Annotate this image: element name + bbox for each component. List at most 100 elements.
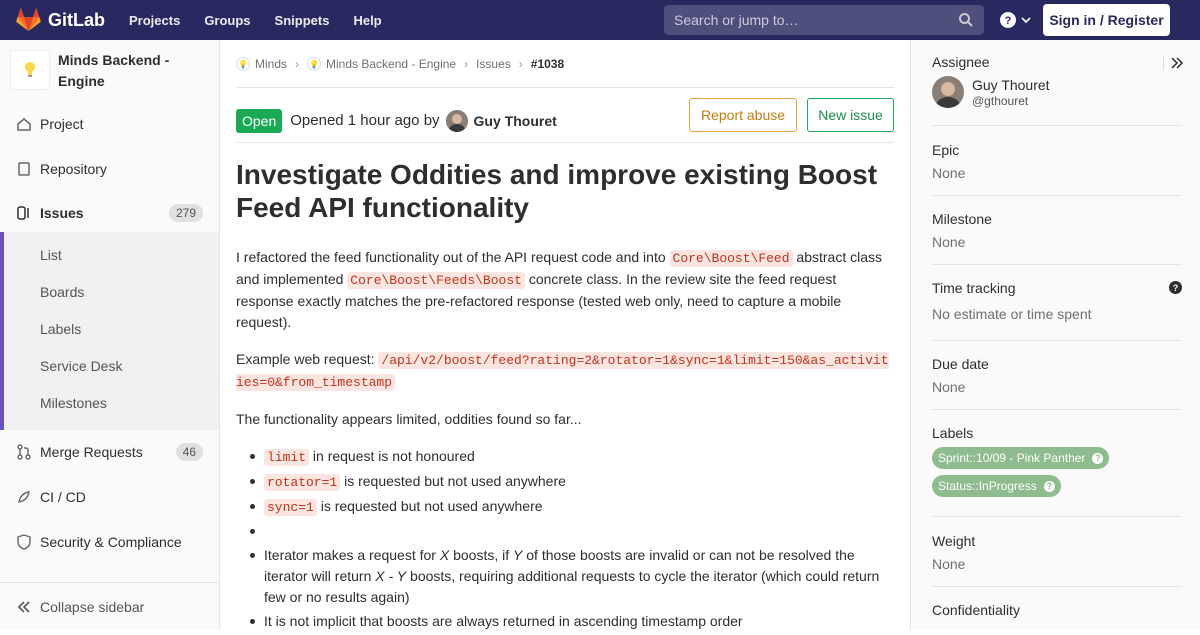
search-input[interactable]: [674, 12, 954, 28]
lightbulb-icon: 💡: [236, 57, 250, 71]
breadcrumb-group[interactable]: 💡 Minds: [236, 57, 287, 71]
author-name[interactable]: Guy Thouret: [474, 113, 557, 129]
sidebar-item-label: Repository: [40, 161, 107, 177]
top-navbar: GitLab Projects Groups Snippets Help ? S…: [0, 0, 1200, 40]
label-text: Sprint::10/09 - Pink Panther: [938, 451, 1086, 465]
book-icon: [16, 161, 32, 177]
list-item: sync=1 is requested but not used anywher…: [236, 496, 894, 518]
issue-main: 💡 Minds › 💡 Minds Backend - Engine › Issue…: [236, 40, 894, 630]
epic-value: None: [932, 165, 966, 181]
due-date-value: None: [932, 379, 966, 395]
time-tracking-value: No estimate or time spent: [932, 306, 1092, 322]
text: is requested but not used anywhere: [340, 473, 566, 489]
text: X - Y: [375, 568, 407, 584]
breadcrumb-project[interactable]: 💡 Minds Backend - Engine: [307, 57, 456, 71]
breadcrumb-issues[interactable]: Issues: [476, 57, 511, 71]
sidebar-subitem-list[interactable]: List: [40, 247, 62, 263]
merge-request-icon: [16, 444, 32, 460]
question-circle-icon: ?: [1092, 452, 1104, 464]
sidebar-item-cicd[interactable]: CI / CD: [0, 476, 219, 518]
confidentiality-block: Confidentiality: [932, 602, 1182, 630]
project-name: Minds Backend - Engine: [58, 52, 170, 89]
code-inline: rotator=1: [264, 474, 341, 491]
assignee-user[interactable]: Guy Thouret @gthouret: [932, 76, 1182, 108]
chevron-right-icon: ›: [464, 57, 469, 71]
breadcrumb: 💡 Minds › 💡 Minds Backend - Engine › Issue…: [236, 56, 564, 72]
sidebar-item-issues[interactable]: Issues 279: [0, 192, 219, 234]
home-icon: [16, 116, 32, 132]
divider: [236, 142, 894, 143]
breadcrumb-current[interactable]: #1038: [531, 57, 564, 71]
labels-title: Labels: [932, 425, 974, 441]
sidebar-item-merge-requests[interactable]: Merge Requests 46: [0, 431, 219, 473]
milestone-title: Milestone: [932, 211, 992, 227]
assignee-title: Assignee: [932, 54, 990, 70]
label-pill[interactable]: Status::InProgress?: [932, 475, 1061, 497]
text: in request is not honoured: [309, 448, 475, 464]
sidebar-subitem-milestones[interactable]: Milestones: [40, 395, 107, 411]
confidentiality-title: Confidentiality: [932, 602, 1020, 618]
list-item: rotator=1 is requested but not used anyw…: [236, 471, 894, 493]
chevron-right-icon: ›: [295, 57, 300, 71]
sidebar-item-label: Issues: [40, 205, 84, 221]
svg-text:?: ?: [1173, 283, 1179, 293]
nav-groups[interactable]: Groups: [204, 13, 250, 28]
sidebar-item-label: Security & Compliance: [40, 534, 182, 550]
nav-help[interactable]: Help: [353, 13, 381, 28]
text: boosts, if: [449, 547, 514, 563]
sidebar-item-project[interactable]: Project: [0, 103, 219, 145]
labels-list: Sprint::10/09 - Pink Panther? Status::In…: [932, 447, 1182, 503]
breadcrumb-group-label: Minds: [255, 57, 288, 71]
sidebar-subitem-service-desk[interactable]: Service Desk: [40, 358, 122, 374]
list-item: It is not implicit that boosts are alway…: [236, 611, 894, 632]
issues-subnav: [0, 232, 219, 430]
milestone-block: Milestone None: [932, 211, 1182, 265]
sidebar-item-security[interactable]: Security & Compliance: [0, 521, 219, 563]
weight-value: None: [932, 556, 966, 572]
project-avatar: [10, 50, 50, 90]
sidebar-item-repository[interactable]: Repository: [0, 148, 219, 190]
oddities-list: limit in request is not honoured rotator…: [236, 446, 894, 632]
sign-in-button[interactable]: Sign in / Register: [1043, 4, 1170, 36]
question-circle-icon: ?: [1043, 480, 1055, 492]
issue-header: Open Opened 1 hour ago by Guy Thouret Re…: [236, 98, 894, 143]
collapse-sidebar-button[interactable]: Collapse sidebar: [0, 582, 219, 630]
gitlab-logo[interactable]: GitLab: [16, 0, 105, 40]
lightbulb-icon: [25, 62, 35, 77]
double-chevron-left-icon: [17, 600, 30, 613]
lightbulb-icon: 💡: [307, 57, 322, 71]
issues-icon: [16, 205, 32, 221]
epic-title: Epic: [932, 142, 960, 158]
new-issue-button[interactable]: New issue: [807, 98, 894, 132]
issue-description: I refactored the feed functionality out …: [236, 247, 894, 635]
sidebar-subitem-labels[interactable]: Labels: [40, 321, 81, 337]
shield-icon: [16, 534, 32, 550]
question-circle-icon[interactable]: ?: [1169, 281, 1182, 294]
chevron-down-icon: [1021, 17, 1031, 24]
status-badge: Open: [236, 108, 283, 133]
search-box[interactable]: [664, 5, 984, 35]
sidebar-subitem-boards[interactable]: Boards: [40, 284, 84, 300]
question-circle-icon: ?: [1000, 12, 1016, 28]
description-paragraph: I refactored the feed functionality out …: [236, 247, 894, 333]
assignee-block: Assignee Guy Thouret @gthouret: [932, 54, 1182, 126]
project-header[interactable]: Minds Backend - Engine: [0, 40, 219, 102]
assignee-handle: @gthouret: [972, 93, 1029, 108]
avatar[interactable]: [445, 109, 468, 132]
labels-block: Labels Sprint::10/09 - Pink Panther? Sta…: [932, 425, 1182, 517]
epic-block: Epic None: [932, 142, 1182, 196]
svg-text:?: ?: [1005, 15, 1012, 27]
time-tracking-block: Time tracking ? No estimate or time spen…: [932, 280, 1182, 341]
help-dropdown[interactable]: ?: [1000, 12, 1032, 28]
list-item: [236, 521, 894, 542]
report-abuse-button[interactable]: Report abuse: [689, 98, 797, 132]
label-pill[interactable]: Sprint::10/09 - Pink Panther?: [932, 447, 1110, 469]
label-text: Status::InProgress: [938, 479, 1037, 493]
search-icon: [959, 13, 973, 27]
text: Y: [513, 547, 523, 563]
nav-projects[interactable]: Projects: [129, 13, 180, 28]
sidebar-item-label: Project: [40, 116, 84, 132]
avatar: [932, 76, 964, 108]
nav-snippets[interactable]: Snippets: [275, 13, 330, 28]
divider: [236, 87, 894, 88]
